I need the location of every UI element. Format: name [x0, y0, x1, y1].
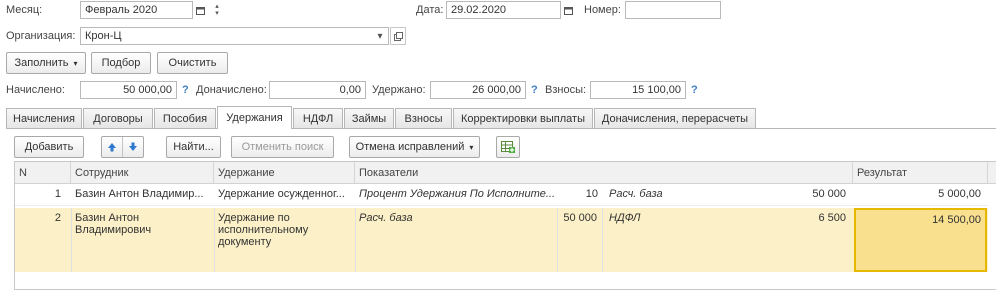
cancel-search-button[interactable]: Отменить поиск [231, 136, 334, 158]
result-cell-selected[interactable]: 14 500,00 [854, 208, 987, 272]
spin-down-icon[interactable]: ▾ [215, 10, 219, 17]
organization-input[interactable]: Крон-Ц [80, 27, 389, 45]
employee-cell[interactable]: Базин Антон Владимирович [71, 208, 214, 236]
indicator-name-cell[interactable]: Расч. база [355, 208, 515, 224]
date-label: Дата: [416, 4, 444, 16]
row-number: 1 [54, 188, 61, 200]
deductions-table: N Сотрудник Удержание Показатели Результ… [14, 161, 996, 290]
indicator-name-cell[interactable]: Расч. база [605, 184, 765, 200]
fill-button-label: Заполнить [14, 57, 69, 69]
tab-recalculations[interactable]: Доначисления, перерасчеты [594, 108, 756, 128]
indicator-value-cell[interactable]: 6 500 [775, 208, 850, 224]
tab-ndfl[interactable]: НДФЛ [293, 108, 343, 128]
indicator-value-cell[interactable]: 50 000 [557, 208, 601, 224]
indicator-value-cell[interactable]: 10 [570, 184, 602, 200]
cancel-corrections-label: Отмена исправлений [355, 141, 465, 153]
month-label: Месяц: [6, 4, 43, 16]
dropdown-arrow-icon[interactable]: ▾ [373, 27, 387, 45]
indicator-value-cell[interactable]: 50 000 [775, 184, 850, 200]
cancel-corrections-button[interactable]: Отмена исправлений ▾ [349, 136, 480, 158]
help-icon[interactable]: ? [531, 84, 538, 96]
employee-cell[interactable]: Базин Антон Владимир... [71, 184, 214, 200]
additional-input[interactable]: 0,00 [269, 81, 366, 99]
open-link-icon[interactable] [390, 27, 406, 45]
date-input[interactable]: 29.02.2020 [446, 1, 561, 19]
table-settings-icon[interactable] [496, 136, 520, 158]
column-header-result[interactable]: Результат [853, 162, 988, 184]
tab-benefits[interactable]: Пособия [154, 108, 216, 128]
column-header-employee[interactable]: Сотрудник [71, 162, 214, 184]
tab-contracts[interactable]: Договоры [83, 108, 153, 128]
deduction-cell[interactable]: Удержание по исполнительному документу [214, 208, 334, 248]
tab-payment-corrections[interactable]: Корректировки выплаты [453, 108, 593, 128]
table-row-selected[interactable]: 2 Базин Антон Владимирович Удержание по … [15, 208, 988, 272]
help-icon[interactable]: ? [182, 84, 189, 96]
clear-button[interactable]: Очистить [157, 52, 228, 74]
contributions-input[interactable]: 15 100,00 [590, 81, 686, 99]
calendar-icon[interactable] [561, 1, 575, 19]
row-number: 2 [54, 212, 61, 224]
accrued-input[interactable]: 50 000,00 [80, 81, 177, 99]
month-spinner[interactable]: ▴ ▾ [208, 1, 226, 19]
move-up-icon[interactable] [102, 137, 123, 157]
column-header-deduction[interactable]: Удержание [214, 162, 355, 184]
fill-button[interactable]: Заполнить ▾ [6, 52, 86, 74]
number-input[interactable] [625, 1, 721, 19]
help-icon[interactable]: ? [691, 84, 698, 96]
contributions-label: Взносы: [545, 84, 587, 96]
result-cell[interactable]: 5 000,00 [853, 184, 985, 200]
indicator-name-cell[interactable]: Процент Удержания По Исполните... [355, 184, 570, 200]
tab-contributions[interactable]: Взносы [395, 108, 452, 128]
spin-up-icon[interactable]: ▴ [215, 3, 219, 10]
dropdown-arrow-icon: ▾ [73, 58, 78, 68]
column-divider [602, 208, 603, 272]
withheld-input[interactable]: 26 000,00 [430, 81, 526, 99]
table-row[interactable]: 1 Базин Антон Владимир... Удержание осуж… [15, 184, 988, 206]
tab-deductions[interactable]: Удержания [217, 106, 292, 129]
indicator-name-cell[interactable]: НДФЛ [605, 208, 765, 224]
organization-label: Организация: [6, 30, 76, 42]
tab-accruals[interactable]: Начисления [6, 108, 82, 128]
column-header-indicators[interactable]: Показатели [355, 162, 853, 184]
deduction-cell[interactable]: Удержание осужденног... [214, 184, 355, 200]
move-buttons [101, 136, 144, 158]
accrued-label: Начислено: [6, 84, 65, 96]
number-label: Номер: [584, 4, 621, 16]
additional-label: Доначислено: [196, 84, 267, 96]
calendar-icon[interactable] [193, 1, 207, 19]
column-header-n[interactable]: N [15, 162, 71, 184]
withheld-label: Удержано: [372, 84, 426, 96]
dropdown-arrow-icon: ▾ [469, 142, 474, 152]
pick-button[interactable]: Подбор [91, 52, 151, 74]
add-button[interactable]: Добавить [14, 136, 84, 158]
find-button[interactable]: Найти... [166, 136, 221, 158]
tab-loans[interactable]: Займы [344, 108, 394, 128]
header-filler [988, 162, 996, 184]
month-input[interactable]: Февраль 2020 [80, 1, 193, 19]
move-down-icon[interactable] [123, 137, 143, 157]
